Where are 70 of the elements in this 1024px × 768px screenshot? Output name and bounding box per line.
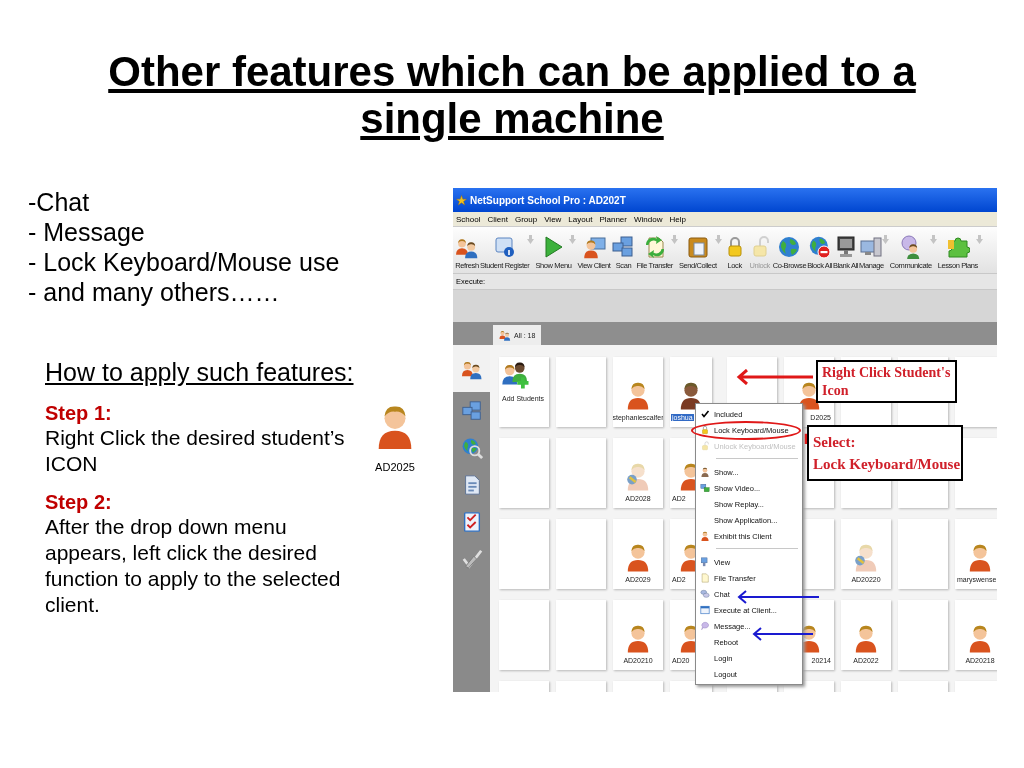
step-heading: Step 2: — [45, 490, 112, 514]
caret-icon — [975, 235, 983, 244]
menu-item[interactable]: School — [456, 214, 481, 224]
caret-icon — [670, 235, 678, 244]
person-icon — [626, 542, 650, 572]
computers-icon — [611, 235, 636, 259]
people-icon — [499, 329, 511, 341]
person-icon — [968, 542, 992, 572]
bullet-item: - Lock Keyboard/Mouse use — [28, 247, 340, 278]
side-button[interactable] — [453, 345, 490, 392]
step-heading: Step 1: — [45, 401, 112, 425]
caret-icon — [569, 235, 577, 244]
window-title: NetSupport School Pro : AD202T — [470, 194, 626, 206]
computer-icon — [859, 235, 884, 259]
document-icon — [700, 573, 710, 583]
monitor-icon — [700, 557, 710, 567]
student-tile[interactable] — [556, 438, 606, 508]
puzzle-icon — [945, 235, 970, 259]
people-plus-icon — [501, 361, 531, 391]
person-monitor-icon — [581, 235, 606, 259]
chat-bubbles-icon — [700, 589, 710, 599]
caret-icon — [527, 235, 535, 244]
student-tile[interactable] — [556, 357, 606, 427]
menu-item[interactable]: Group — [514, 214, 538, 224]
student-tile[interactable] — [499, 600, 549, 670]
step-text: After the drop down menu appears, left click the desired function to apply to the selected client. — [45, 514, 341, 618]
student-tile[interactable] — [499, 438, 549, 508]
student-tile[interactable] — [955, 357, 997, 427]
speech-bubble-icon — [700, 621, 710, 631]
faded-person-icon — [854, 542, 878, 572]
menu-item[interactable]: Window — [633, 214, 663, 224]
menu-item[interactable]: View — [544, 214, 562, 224]
globe-no-entry-icon — [807, 235, 832, 259]
star-icon — [456, 194, 467, 206]
padlock-icon — [700, 425, 710, 435]
person-icon — [626, 623, 650, 653]
step-text: Right Click the desired student’s ICON — [45, 425, 345, 477]
student-tile[interactable] — [556, 519, 606, 589]
student-tile[interactable] — [556, 600, 606, 670]
folder-document-icon — [685, 235, 710, 259]
open-padlock-icon — [700, 441, 710, 451]
section-heading: How to apply such features: — [45, 357, 354, 387]
person-icon — [626, 380, 650, 410]
bullet-item: -Chat — [28, 187, 90, 218]
pen-check-icon — [460, 547, 483, 570]
caret-icon — [929, 235, 937, 244]
bullet-item: - Message — [28, 217, 145, 248]
id-card-icon — [492, 235, 517, 259]
menu-item[interactable]: Help — [669, 214, 686, 224]
globe-magnifier-icon — [460, 436, 483, 459]
callout-text: Select: — [813, 433, 857, 452]
window-icon — [700, 605, 710, 615]
student-name: AD2025 — [375, 461, 415, 473]
student-tile[interactable] — [898, 519, 948, 589]
person-icon — [854, 623, 878, 653]
computers-icon — [700, 483, 710, 493]
menu-item[interactable]: Planner — [599, 214, 627, 224]
bullet-item: - and many others…… — [28, 277, 280, 308]
slide-title: Other features which can be applied to a single machine — [107, 48, 917, 142]
callout-arrow — [751, 627, 814, 641]
student-tile[interactable] — [499, 519, 549, 589]
globe-icon — [777, 235, 802, 259]
student-tile[interactable] — [898, 600, 948, 670]
caret-icon — [714, 235, 722, 244]
menu-item[interactable]: Layout — [568, 214, 593, 224]
person-icon — [968, 623, 992, 653]
faded-person-icon — [626, 461, 650, 491]
caret-icon — [881, 235, 889, 244]
menu-item[interactable]: Client — [487, 214, 508, 224]
computers-icon — [460, 399, 483, 422]
